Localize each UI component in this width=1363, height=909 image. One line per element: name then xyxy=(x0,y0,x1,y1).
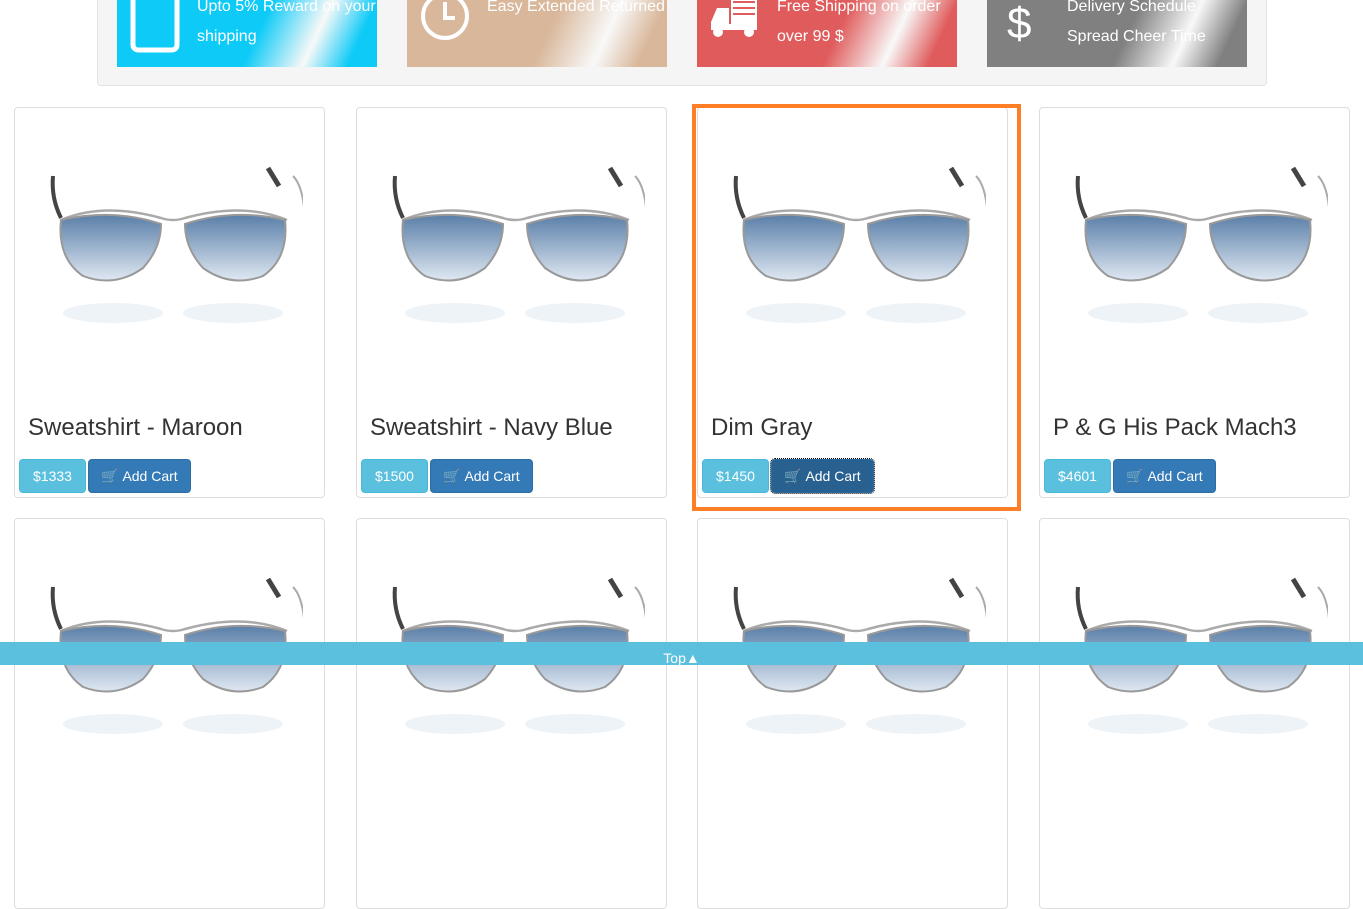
add-cart-label: Add Cart xyxy=(122,468,178,484)
product-image[interactable] xyxy=(726,158,986,348)
promo-line: Spread Cheer Time xyxy=(1067,28,1206,45)
product-card xyxy=(356,518,667,909)
promo-text: Delivery Schedule Spread Cheer Time xyxy=(1067,0,1206,52)
product-name[interactable]: Dim Gray xyxy=(711,414,812,442)
promo-line: over 99 $ xyxy=(777,28,844,45)
product-name[interactable]: P & G His Pack Mach3 xyxy=(1053,414,1297,442)
product-card xyxy=(14,518,325,909)
product-name[interactable]: Sweatshirt - Navy Blue xyxy=(370,414,613,442)
price-button[interactable]: $4601 xyxy=(1044,459,1111,493)
product-name[interactable]: Sweatshirt - Maroon xyxy=(28,414,243,442)
product-image[interactable] xyxy=(43,158,303,348)
promo-tile: Upto 5% Reward on your shipping xyxy=(117,0,377,67)
product-card: P & G His Pack Mach3 $4601 🛒 Add Cart xyxy=(1039,107,1350,498)
product-image[interactable] xyxy=(1068,158,1328,348)
svg-text:$: $ xyxy=(1007,0,1031,48)
promo-text: Free Shipping on order over 99 $ xyxy=(777,0,941,52)
truck-icon xyxy=(711,0,757,37)
add-cart-label: Add Cart xyxy=(1147,468,1203,484)
add-cart-button[interactable]: 🛒 Add Cart xyxy=(88,459,191,493)
clock-icon xyxy=(421,0,469,40)
price-button[interactable]: $1333 xyxy=(19,459,86,493)
promo-line: Easy Extended Returned xyxy=(487,0,665,15)
promo-tile: $ Delivery Schedule Spread Cheer Time xyxy=(987,0,1247,67)
price-button[interactable]: $1500 xyxy=(361,459,428,493)
promo-tile: Free Shipping on order over 99 $ xyxy=(697,0,957,67)
cart-icon: 🛒 xyxy=(784,468,802,484)
add-cart-button[interactable]: 🛒 Add Cart xyxy=(770,458,875,494)
promo-line: shipping xyxy=(197,28,257,45)
add-cart-button[interactable]: 🛒 Add Cart xyxy=(1113,459,1216,493)
price-button[interactable]: $1450 xyxy=(702,459,769,493)
promo-text: Easy Extended Returned xyxy=(487,0,665,22)
add-cart-button[interactable]: 🛒 Add Cart xyxy=(430,459,533,493)
product-image[interactable] xyxy=(385,158,645,348)
product-card xyxy=(1039,518,1350,909)
cart-icon: 🛒 xyxy=(443,468,461,484)
add-cart-label: Add Cart xyxy=(464,468,520,484)
promo-tile: Easy Extended Returned xyxy=(407,0,667,67)
promo-line: Upto 5% Reward on your xyxy=(197,0,376,15)
product-card: Dim Gray $1450 🛒 Add Cart xyxy=(697,107,1008,498)
cart-icon: 🛒 xyxy=(1126,468,1144,484)
promo-text: Upto 5% Reward on your shipping xyxy=(197,0,376,52)
add-cart-label: Add Cart xyxy=(805,468,861,484)
mobile-icon xyxy=(130,0,180,53)
promo-line: Delivery Schedule xyxy=(1067,0,1196,15)
cart-icon: 🛒 xyxy=(101,468,119,484)
back-to-top-button[interactable]: Top▲ xyxy=(0,642,1363,666)
chevron-up-icon: ▲ xyxy=(685,650,700,666)
top-label: Top xyxy=(663,650,686,666)
product-card xyxy=(697,518,1008,909)
promo-line: Free Shipping on order xyxy=(777,0,941,15)
product-card: Sweatshirt - Maroon $1333 🛒 Add Cart xyxy=(14,107,325,498)
dollar-icon: $ xyxy=(1007,0,1031,48)
product-card: Sweatshirt - Navy Blue $1500 🛒 Add Cart xyxy=(356,107,667,498)
